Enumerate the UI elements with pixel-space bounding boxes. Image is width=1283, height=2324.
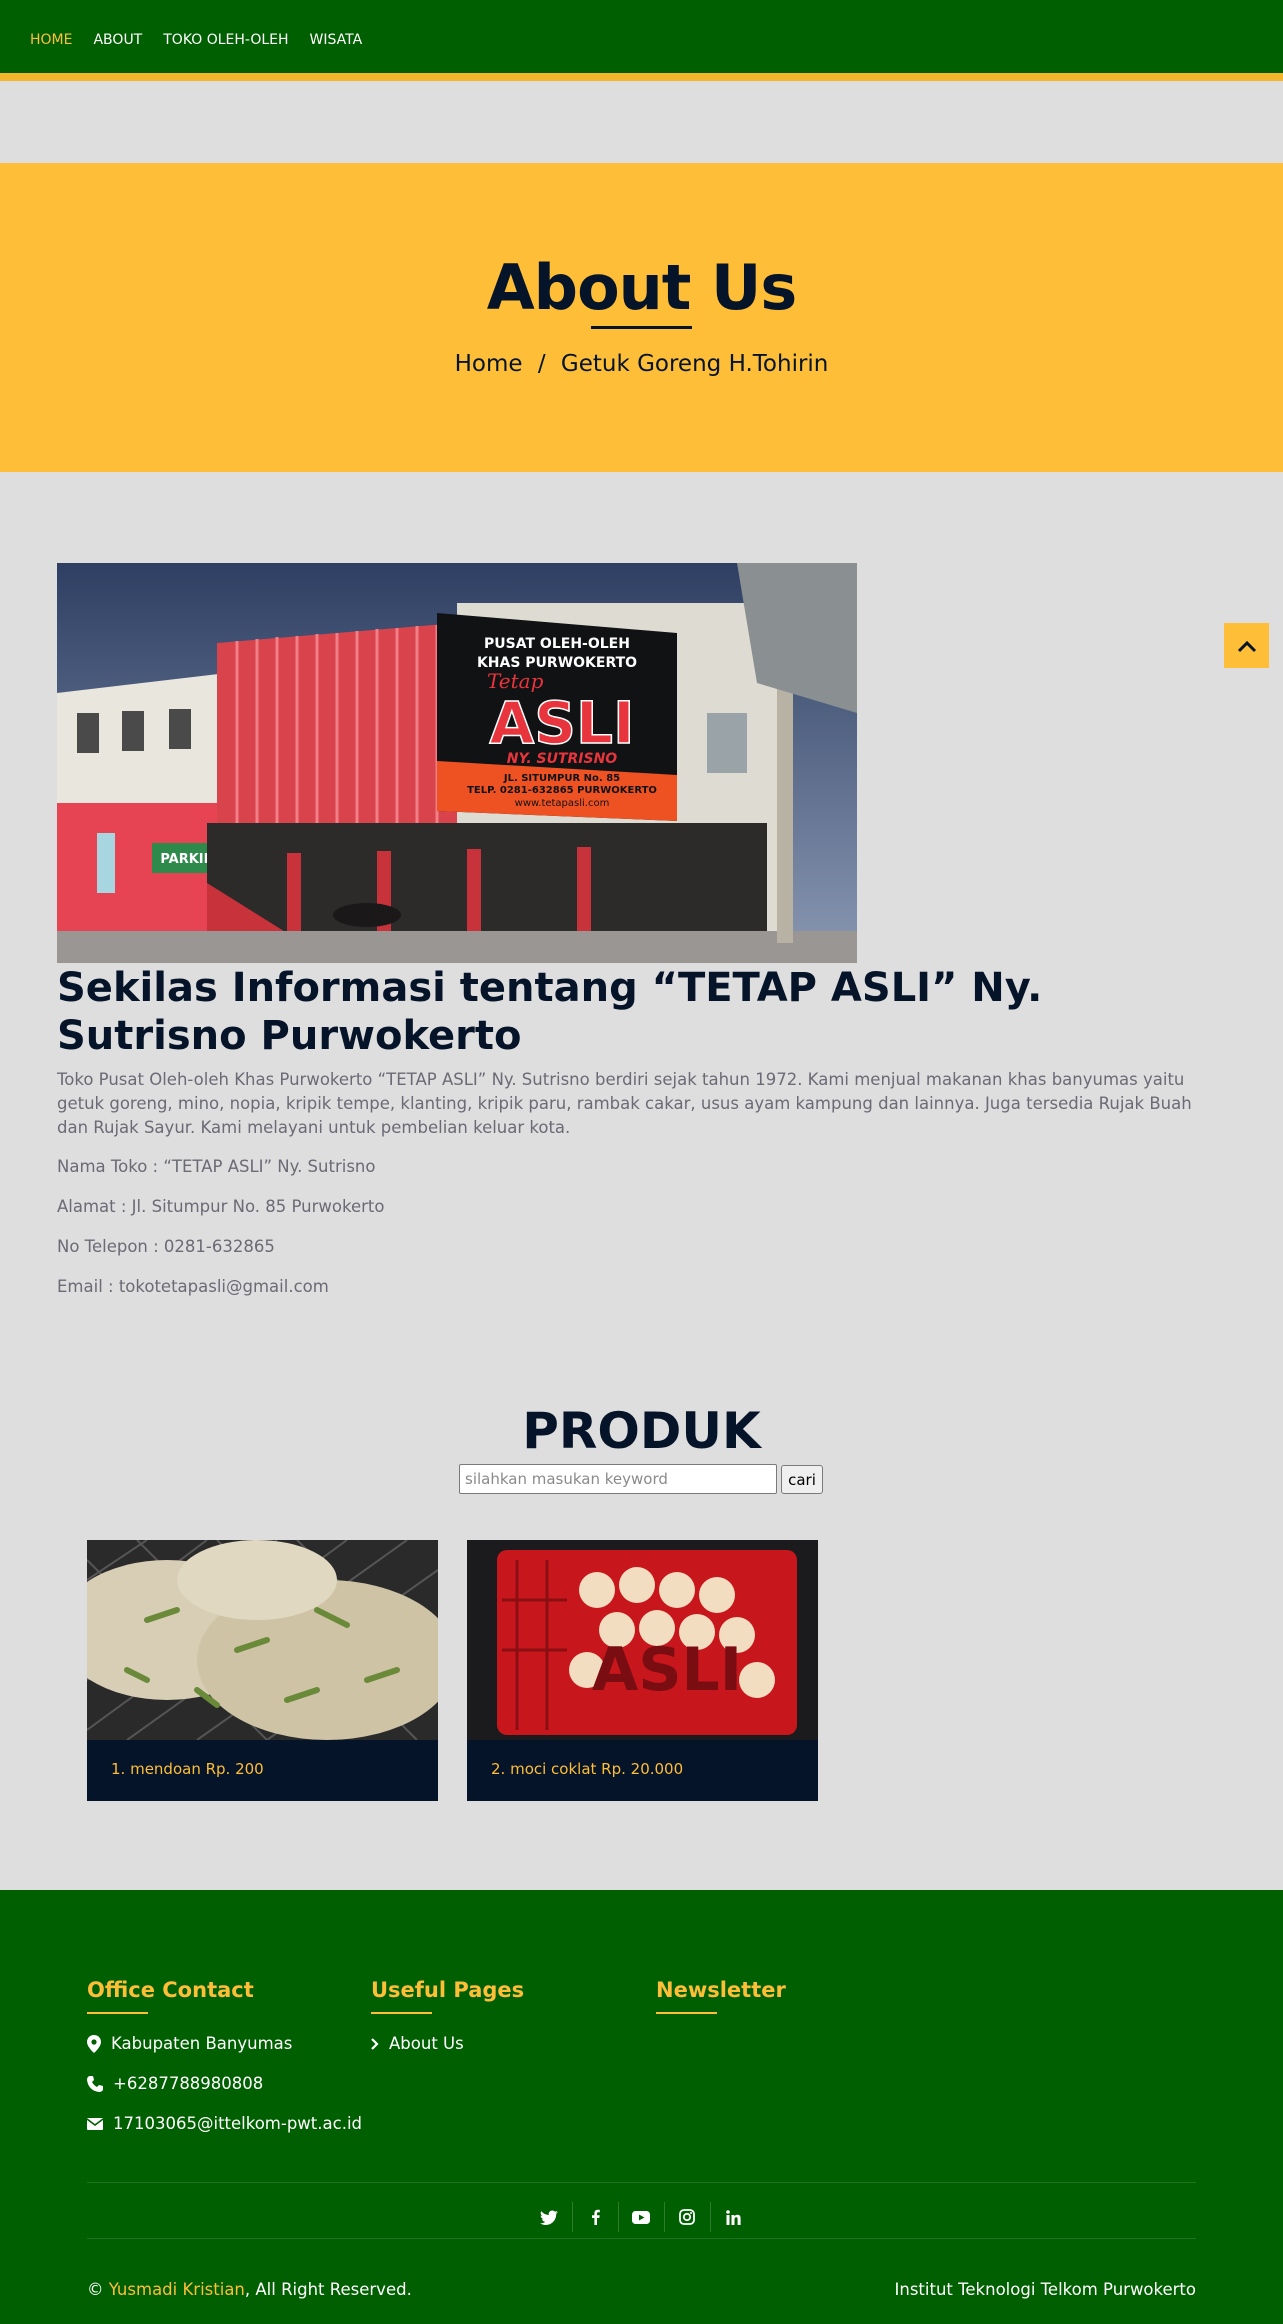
sign-owner: NY. SUTRISNO (507, 751, 618, 767)
store-name-text: Nama Toko : “TETAP ASLI” Ny. Sutrisno (57, 1157, 376, 1176)
footer-link-about-us[interactable]: About Us (371, 2034, 464, 2053)
copyright-suffix: , All Right Reserved. (244, 2280, 412, 2299)
nav-item-about[interactable]: ABOUT (93, 32, 142, 48)
youtube-icon (632, 2210, 650, 2224)
social-links (0, 2202, 1283, 2232)
search-button[interactable]: cari (781, 1465, 823, 1494)
sign-brand: ASLI (489, 689, 634, 757)
institute-name: Institut Teknologi Telkom Purwokerto (894, 2280, 1196, 2299)
newsletter-heading: Newsletter (656, 1978, 786, 2002)
product-name: 1. mendoan Rp. 200 (111, 1760, 264, 1778)
back-to-top-button[interactable] (1224, 623, 1269, 668)
linkedin-link[interactable] (711, 2202, 757, 2232)
store-photo: PARKIR PUSAT OLEH-OLEH KHAS PURWOKERTO T… (57, 563, 857, 963)
phone-icon (87, 2075, 103, 2092)
navbar: HOME ABOUT TOKO OLEH-OLEH WISATA (0, 0, 1283, 81)
contact-email: 17103065@ittelkom-pwt.ac.id (87, 2114, 362, 2133)
title-underline (591, 326, 692, 329)
footer: Office Contact Kabupaten Banyumas +62877… (0, 1890, 1283, 2324)
sign-address: JL. SITUMPUR No. 85 (503, 773, 620, 784)
nav-item-home[interactable]: HOME (30, 32, 72, 48)
contact-email-text: 17103065@ittelkom-pwt.ac.id (113, 2114, 362, 2133)
store-email-text: Email : tokotetapasli@gmail.com (57, 1277, 329, 1296)
chevron-up-icon (1237, 640, 1256, 652)
contact-phone-text: +6287788980808 (113, 2074, 264, 2093)
sign-phone: TELP. 0281-632865 PURWOKERTO (467, 785, 657, 796)
facebook-link[interactable] (573, 2202, 619, 2232)
product-image-moci-coklat: ASLI (467, 1540, 818, 1740)
office-contact-column: Office Contact Kabupaten Banyumas +62877… (87, 1978, 362, 2178)
copyright-author-link[interactable]: Yusmadi Kristian (109, 2280, 245, 2299)
heading-underline (87, 2012, 148, 2014)
instagram-icon (679, 2209, 695, 2225)
contact-location: Kabupaten Banyumas (87, 2034, 292, 2053)
about-heading: Sekilas Informasi tentang “TETAP ASLI” N… (57, 965, 1043, 1059)
copyright-symbol: © (87, 2280, 104, 2299)
produk-title: PRODUK (522, 1402, 761, 1460)
contact-phone: +6287788980808 (87, 2074, 263, 2093)
useful-pages-column: Useful Pages About Us (371, 1978, 611, 2098)
product-name: 2. moci coklat Rp. 20.000 (491, 1760, 684, 1778)
instagram-link[interactable] (665, 2202, 711, 2232)
product-card-mendoan[interactable]: 1. mendoan Rp. 200 (87, 1540, 438, 1801)
useful-pages-heading: Useful Pages (371, 1978, 525, 2002)
heading-underline (371, 2012, 432, 2014)
breadcrumb-home-link[interactable]: Home (455, 351, 523, 377)
nav-item-wisata[interactable]: WISATA (310, 32, 363, 48)
sign-line1: PUSAT OLEH-OLEH (484, 636, 630, 652)
footer-divider-bottom (87, 2238, 1196, 2239)
about-description: Toko Pusat Oleh-oleh Khas Purwokerto “TE… (57, 1070, 1192, 1137)
page-header: About Us Home / Getuk Goreng H.Tohirin (0, 163, 1283, 472)
twitter-icon (540, 2210, 558, 2225)
parkir-sign-text: PARKIR (160, 852, 213, 867)
map-marker-icon (87, 2034, 101, 2053)
footer-divider-top (87, 2182, 1196, 2183)
page-title: About Us (486, 251, 798, 324)
twitter-link[interactable] (527, 2202, 573, 2232)
moci-package-brand: ASLI (592, 1635, 742, 1705)
copyright-text: © Yusmadi Kristian, All Right Reserved. (87, 2280, 412, 2299)
breadcrumb-separator: / (537, 351, 546, 377)
search-input[interactable] (459, 1464, 777, 1494)
office-contact-heading: Office Contact (87, 1978, 254, 2002)
nav-item-toko-oleh-oleh[interactable]: TOKO OLEH-OLEH (163, 32, 288, 48)
nav-menu: HOME ABOUT TOKO OLEH-OLEH WISATA (30, 32, 362, 48)
product-image-mendoan (87, 1540, 438, 1740)
facebook-icon (591, 2209, 600, 2225)
chevron-right-icon (371, 2037, 379, 2050)
breadcrumb: Home / Getuk Goreng H.Tohirin (0, 351, 1283, 377)
product-card-moci-coklat[interactable]: ASLI 2. moci coklat Rp. 20.000 (467, 1540, 818, 1801)
linkedin-icon (726, 2209, 741, 2225)
youtube-link[interactable] (619, 2202, 665, 2232)
footer-link-label: About Us (389, 2034, 464, 2053)
newsletter-column: Newsletter (656, 1978, 896, 2038)
store-address-text: Alamat : Jl. Situmpur No. 85 Purwokerto (57, 1197, 385, 1216)
sign-web: www.tetapasli.com (515, 798, 610, 809)
breadcrumb-current: Getuk Goreng H.Tohirin (560, 351, 829, 377)
heading-underline (656, 2012, 717, 2014)
envelope-icon (87, 2117, 103, 2130)
store-phone-text: No Telepon : 0281-632865 (57, 1237, 275, 1256)
contact-location-text: Kabupaten Banyumas (111, 2034, 293, 2053)
